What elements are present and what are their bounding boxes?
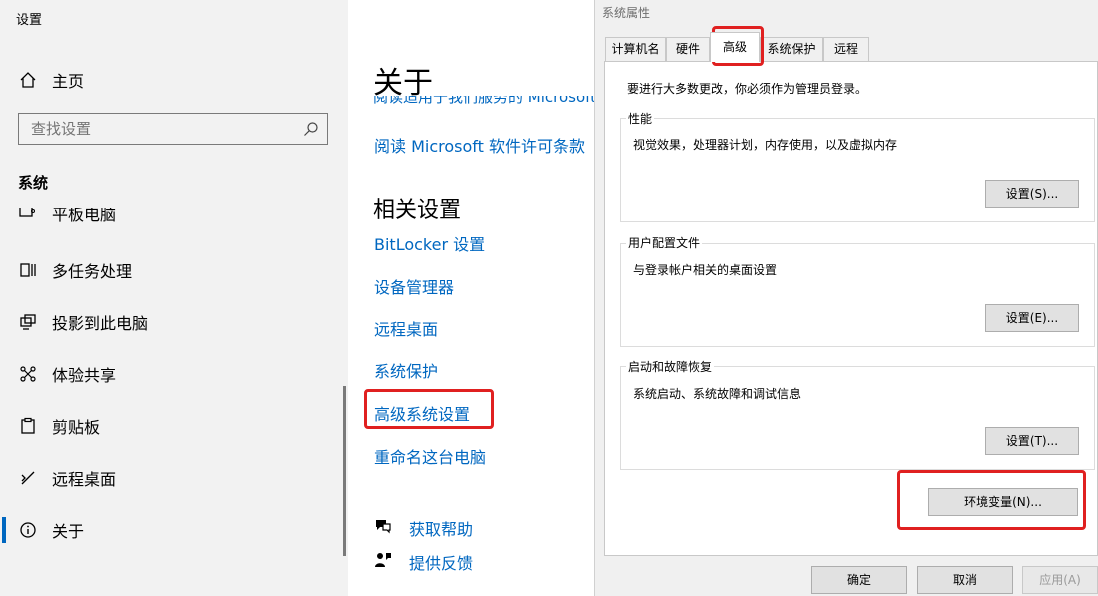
sidebar-item-remote-desktop[interactable]: 远程桌面 bbox=[0, 454, 348, 502]
shared-experiences-icon bbox=[18, 364, 38, 384]
environment-variables-button[interactable]: 环境变量(N)... bbox=[928, 488, 1078, 516]
search-icon[interactable] bbox=[303, 121, 319, 137]
sidebar-item-label: 关于 bbox=[52, 522, 85, 541]
license-terms-link[interactable]: 阅读 Microsoft 软件许可条款 bbox=[374, 133, 585, 157]
admin-note: 要进行大多数更改，你必须作为管理员登录。 bbox=[627, 82, 868, 96]
home-icon bbox=[18, 70, 38, 90]
active-item-indicator bbox=[2, 517, 6, 543]
section-heading-system: 系统 bbox=[18, 174, 49, 192]
info-icon bbox=[18, 520, 38, 540]
help-icon bbox=[374, 517, 392, 535]
related-settings-heading: 相关设置 bbox=[373, 198, 462, 223]
services-agreement-link-text: 阅读适用于我们服务的 Microsoft bbox=[373, 96, 595, 106]
sidebar-item-home[interactable]: 主页 bbox=[0, 56, 348, 104]
dialog-title: 系统属性 bbox=[602, 6, 651, 20]
feedback-icon bbox=[374, 551, 392, 569]
sidebar-item-clipboard[interactable]: 剪贴板 bbox=[0, 402, 348, 450]
sidebar-item-label: 远程桌面 bbox=[52, 470, 117, 489]
apply-button[interactable]: 应用(A) bbox=[1022, 566, 1098, 594]
sidebar-item-label: 投影到此电脑 bbox=[52, 314, 149, 333]
services-agreement-link[interactable]: 阅读适用于我们服务的 Microsoft bbox=[373, 96, 595, 110]
system-protection-link[interactable]: 系统保护 bbox=[374, 358, 438, 382]
user-profiles-settings-button[interactable]: 设置(E)... bbox=[985, 304, 1079, 332]
tab-computer-name[interactable]: 计算机名 bbox=[605, 37, 666, 61]
tab-remote[interactable]: 远程 bbox=[823, 37, 869, 61]
sidebar-item-label: 多任务处理 bbox=[52, 262, 133, 281]
sidebar-item-about[interactable]: 关于 bbox=[0, 506, 348, 554]
ok-button[interactable]: 确定 bbox=[811, 566, 907, 594]
sidebar-item-shared-experiences[interactable]: 体验共享 bbox=[0, 350, 348, 398]
projecting-icon bbox=[18, 312, 38, 332]
search-input[interactable] bbox=[19, 114, 301, 144]
advanced-system-settings-link[interactable]: 高级系统设置 bbox=[374, 401, 470, 425]
clipboard-icon bbox=[18, 416, 38, 436]
performance-settings-button[interactable]: 设置(S)... bbox=[985, 180, 1079, 208]
group-desc-startup-recovery: 系统启动、系统故障和调试信息 bbox=[633, 387, 802, 401]
tab-hardware[interactable]: 硬件 bbox=[666, 37, 710, 61]
device-manager-link[interactable]: 设备管理器 bbox=[374, 274, 454, 298]
app-title: 设置 bbox=[16, 13, 43, 28]
search-box[interactable] bbox=[18, 113, 328, 145]
sidebar-item-tablet[interactable]: 平板电脑 bbox=[0, 208, 348, 228]
rename-pc-link[interactable]: 重命名这台电脑 bbox=[374, 444, 486, 468]
give-feedback-link[interactable]: 提供反馈 bbox=[409, 550, 473, 574]
group-title-user-profiles: 用户配置文件 bbox=[626, 234, 703, 251]
sidebar-item-label: 体验共享 bbox=[52, 366, 117, 385]
bitlocker-settings-link[interactable]: BitLocker 设置 bbox=[374, 231, 485, 255]
sidebar-item-label: 平板电脑 bbox=[52, 208, 117, 224]
tab-system-protection[interactable]: 系统保护 bbox=[760, 37, 823, 61]
sidebar-item-multitasking[interactable]: 多任务处理 bbox=[0, 246, 348, 294]
tab-advanced[interactable]: 高级 bbox=[710, 32, 760, 62]
multitasking-icon bbox=[18, 260, 38, 280]
remote-desktop-icon bbox=[18, 468, 38, 488]
cancel-button[interactable]: 取消 bbox=[917, 566, 1013, 594]
group-desc-user-profiles: 与登录帐户相关的桌面设置 bbox=[633, 263, 778, 277]
sidebar-item-projecting[interactable]: 投影到此电脑 bbox=[0, 298, 348, 346]
sidebar-scrollbar[interactable] bbox=[343, 386, 346, 556]
sidebar-item-label: 主页 bbox=[52, 72, 85, 91]
tablet-icon bbox=[18, 208, 36, 224]
group-desc-performance: 视觉效果，处理器计划，内存使用，以及虚拟内存 bbox=[633, 138, 898, 152]
group-title-performance: 性能 bbox=[626, 110, 655, 127]
group-title-startup-recovery: 启动和故障恢复 bbox=[626, 358, 715, 375]
sidebar-item-label: 剪贴板 bbox=[52, 418, 101, 437]
remote-desktop-link[interactable]: 远程桌面 bbox=[374, 316, 438, 340]
get-help-link[interactable]: 获取帮助 bbox=[409, 516, 473, 540]
startup-recovery-settings-button[interactable]: 设置(T)... bbox=[985, 427, 1079, 455]
